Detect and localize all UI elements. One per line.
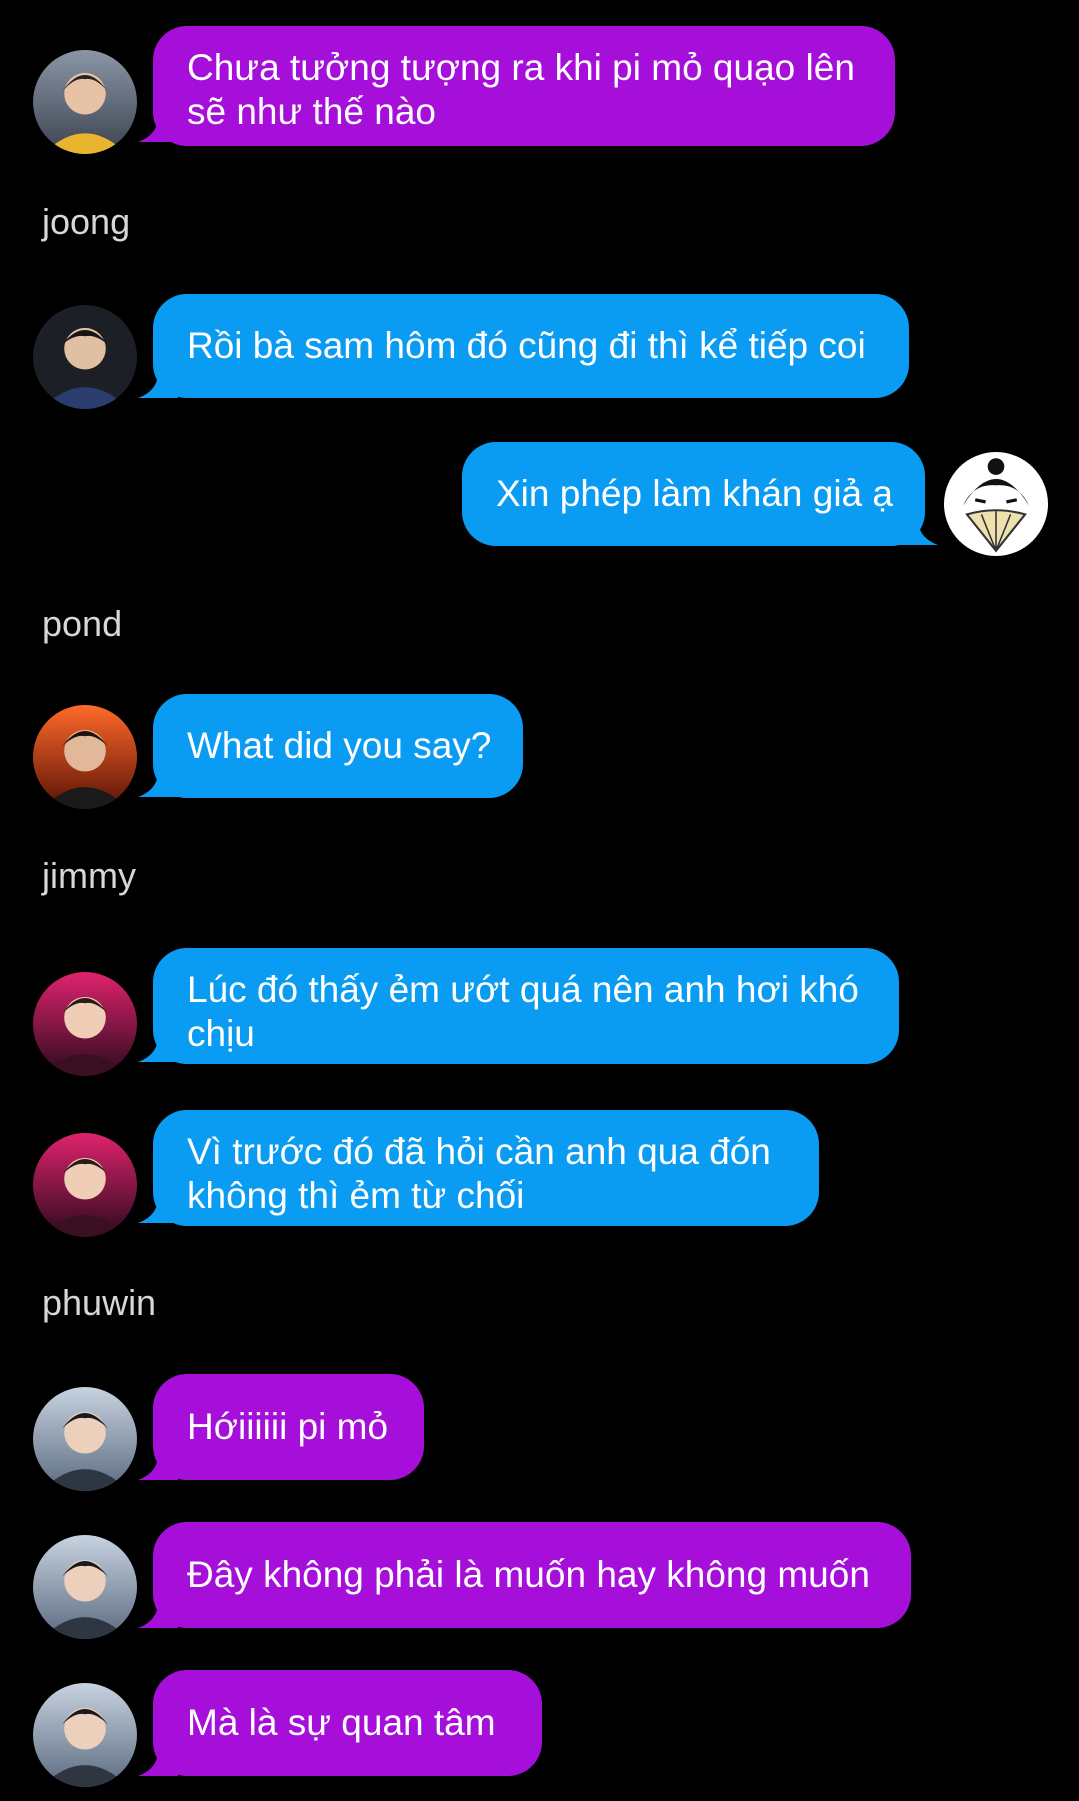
person-avatar-icon — [33, 1683, 137, 1787]
message-bubble[interactable]: Chưa tưởng tượng ra khi pi mỏ quạo lên s… — [153, 26, 895, 146]
message-text: Đây không phải là muốn hay không muốn — [187, 1554, 870, 1595]
avatar[interactable] — [33, 972, 137, 1076]
avatar[interactable] — [33, 1387, 137, 1491]
message-text-line: Lúc đó thấy ẻm ướt quá nên anh hơi khó — [187, 969, 859, 1010]
message-bubble[interactable]: What did you say? — [153, 694, 523, 798]
message-text-line: sẽ như thế nào — [187, 91, 437, 132]
avatar[interactable] — [33, 50, 137, 154]
message-text-line: chịu — [187, 1013, 255, 1054]
sender-name-jimmy: jimmy — [42, 855, 136, 896]
message-text: What did you say? — [187, 725, 492, 766]
message-text-line: Chưa tưởng tượng ra khi pi mỏ quạo lên — [187, 47, 855, 88]
person-avatar-icon — [33, 1133, 137, 1237]
avatar[interactable] — [33, 305, 137, 409]
person-avatar-icon — [33, 972, 137, 1076]
message-bubble[interactable]: Hớiiiiii pi mỏ — [153, 1374, 424, 1480]
person-avatar-icon — [33, 1535, 137, 1639]
message-bubble[interactable]: Mà là sự quan tâm — [153, 1670, 542, 1776]
person-avatar-icon — [33, 305, 137, 409]
message-text: Mà là sự quan tâm — [187, 1702, 496, 1743]
avatar[interactable] — [33, 705, 137, 809]
message-text: Rồi bà sam hôm đó cũng đi thì kể tiếp co… — [187, 325, 866, 366]
avatar[interactable] — [33, 1683, 137, 1787]
bubble-tail — [898, 515, 938, 545]
person-avatar-icon — [33, 705, 137, 809]
message-bubble-outgoing[interactable]: Xin phép làm khán giả ạ — [462, 442, 925, 546]
message-text-line: không thì ẻm từ chối — [187, 1175, 525, 1216]
message-bubble[interactable]: Đây không phải là muốn hay không muốn — [153, 1522, 911, 1628]
person-avatar-icon — [33, 50, 137, 154]
message-bubble[interactable]: Rồi bà sam hôm đó cũng đi thì kể tiếp co… — [153, 294, 909, 398]
message-text-line: Vì trước đó đã hỏi cần anh qua đón — [187, 1131, 771, 1172]
sender-name-pond: pond — [42, 603, 123, 644]
message-text: Xin phép làm khán giả ạ — [496, 473, 893, 514]
sender-name-phuwin: phuwin — [42, 1282, 157, 1323]
my-avatar[interactable] — [944, 452, 1048, 556]
avatar[interactable] — [33, 1535, 137, 1639]
sender-name-joong: joong — [42, 201, 131, 242]
person-avatar-icon — [33, 1387, 137, 1491]
message-bubble[interactable]: Vì trước đó đã hỏi cần anh qua đón không… — [153, 1110, 819, 1226]
message-bubble[interactable]: Lúc đó thấy ẻm ướt quá nên anh hơi khó c… — [153, 948, 899, 1064]
avatar[interactable] — [33, 1133, 137, 1237]
message-text: Hớiiiiii pi mỏ — [187, 1406, 389, 1447]
cartoon-avatar-icon — [944, 452, 1048, 556]
